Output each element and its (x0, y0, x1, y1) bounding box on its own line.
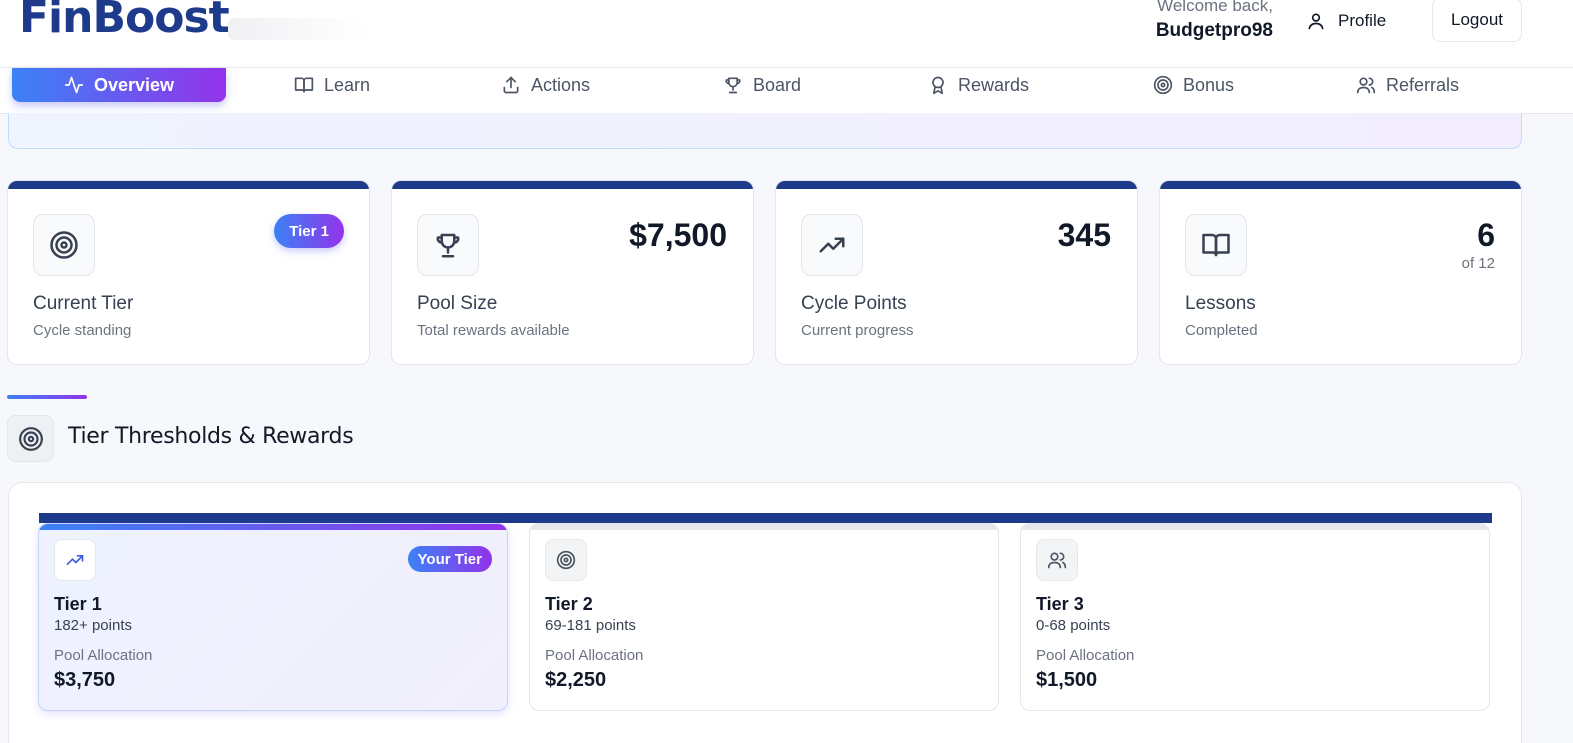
pool-allocation-amount: $2,250 (545, 669, 607, 691)
tier-card-accent (39, 524, 507, 530)
tier-icon-box (54, 539, 96, 581)
nav-tab-learn[interactable]: Learn (294, 68, 370, 102)
stat-subtitle: Total rewards available (417, 322, 570, 339)
card-accent-bar (392, 181, 753, 189)
tier-name: Tier 1 (54, 594, 102, 614)
stat-value: $7,500 (629, 217, 727, 253)
stat-card-current-tier: Tier 1 Current Tier Cycle standing (7, 180, 370, 365)
stat-icon-box (417, 214, 479, 276)
tier-points: 182+ points (54, 617, 132, 634)
card-accent-bar (8, 181, 369, 189)
stat-icon-box (1185, 214, 1247, 276)
stat-subtitle: Current progress (801, 322, 914, 339)
upload-icon (503, 76, 519, 94)
tier-card-3: Tier 3 0-68 points Pool Allocation $1,50… (1020, 523, 1490, 711)
tier-icon-box (545, 539, 587, 581)
welcome-block: Welcome back, Budgetpro98 (1156, 0, 1273, 42)
finboost-logo[interactable]: FinBoost (19, 0, 230, 43)
nav-tab-referrals[interactable]: Referrals (1356, 68, 1459, 102)
target-icon (18, 426, 43, 451)
section-accent-line (7, 395, 87, 399)
stat-card-lessons: 6 of 12 Lessons Completed (1159, 180, 1522, 365)
card-accent-bar (776, 181, 1137, 189)
user-icon (1308, 13, 1324, 30)
logout-button[interactable]: Logout (1432, 0, 1522, 42)
card-accent-bar (1160, 181, 1521, 189)
stat-title: Lessons (1185, 293, 1256, 314)
tier-card-1: Your Tier Tier 1 182+ points Pool Alloca… (38, 523, 508, 711)
nav-label: Bonus (1183, 74, 1235, 95)
stat-of-total: of 12 (1461, 255, 1495, 272)
nav-tab-rewards[interactable]: Rewards (928, 68, 1029, 102)
pool-allocation-label: Pool Allocation (1036, 647, 1135, 664)
nav-label: Rewards (958, 74, 1030, 95)
stat-icon-box (801, 214, 863, 276)
stat-icon-box (33, 214, 95, 276)
tier-card-2: Tier 2 69-181 points Pool Allocation $2,… (529, 523, 999, 711)
tier-name: Tier 2 (545, 594, 593, 614)
stat-card-cycle-points: 345 Cycle Points Current progress (775, 180, 1138, 365)
nav-label: Learn (324, 74, 371, 95)
stat-value: 6 (1477, 217, 1495, 253)
your-tier-badge: Your Tier (407, 546, 492, 572)
section-icon-box (7, 415, 54, 462)
stat-card-pool-size: $7,500 Pool Size Total rewards available (391, 180, 754, 365)
trophy-icon (436, 233, 460, 258)
nav-tab-board[interactable]: Board (723, 68, 801, 102)
stat-title: Cycle Points (801, 293, 907, 314)
pool-allocation-label: Pool Allocation (545, 647, 644, 664)
pool-allocation-amount: $3,750 (54, 669, 116, 691)
welcome-banner (8, 113, 1522, 149)
pool-allocation-label: Pool Allocation (54, 647, 153, 664)
tier-card-accent (1021, 524, 1489, 530)
trending-up-icon (66, 555, 84, 565)
tier-points: 0-68 points (1036, 617, 1111, 634)
tier-points: 69-181 points (545, 617, 636, 634)
tier-card-accent (530, 524, 998, 530)
pool-allocation-amount: $1,500 (1036, 669, 1098, 691)
nav-tab-bonus[interactable]: Bonus (1153, 68, 1234, 102)
nav-tab-overview[interactable]: Overview (12, 68, 226, 102)
stat-title: Pool Size (417, 293, 498, 314)
nav-label: Overview (93, 74, 175, 95)
nav-label: Actions (531, 74, 591, 95)
nav-tab-actions[interactable]: Actions (501, 68, 590, 102)
nav-label: Board (753, 74, 802, 95)
tier-icon-box (1036, 539, 1078, 581)
nav-label: Referrals (1386, 74, 1460, 95)
trophy-icon (725, 77, 741, 94)
stat-subtitle: Completed (1185, 322, 1258, 339)
stat-title: Current Tier (33, 293, 134, 314)
trending-up-icon (819, 237, 845, 253)
section-title: Tier Thresholds & Rewards (68, 424, 354, 449)
profile-label: Profile (1338, 11, 1387, 30)
stat-subtitle: Cycle standing (33, 322, 132, 339)
stat-value: 345 (1057, 217, 1111, 253)
top-header: FinBoost Welcome back, Budgetpro98 Profi… (0, 0, 1573, 68)
target-icon (1153, 75, 1173, 95)
book-open-icon (1202, 233, 1230, 257)
activity-icon (64, 76, 84, 94)
profile-button[interactable]: Profile (1306, 4, 1386, 38)
target-icon (50, 231, 78, 259)
book-icon (294, 77, 314, 93)
users-icon (1356, 77, 1376, 94)
tier-name: Tier 3 (1036, 594, 1084, 614)
award-icon (932, 76, 944, 95)
users-icon (1047, 552, 1067, 569)
target-icon (556, 550, 576, 570)
faded-header-text (228, 18, 368, 40)
welcome-text: Welcome back, (1157, 0, 1273, 15)
panel-accent-bar (39, 513, 1492, 523)
tier-badge: Tier 1 (274, 214, 344, 248)
username: Budgetpro98 (1155, 20, 1273, 41)
main-nav: Overview Learn Actions Board Rewards Bon… (0, 68, 1573, 114)
